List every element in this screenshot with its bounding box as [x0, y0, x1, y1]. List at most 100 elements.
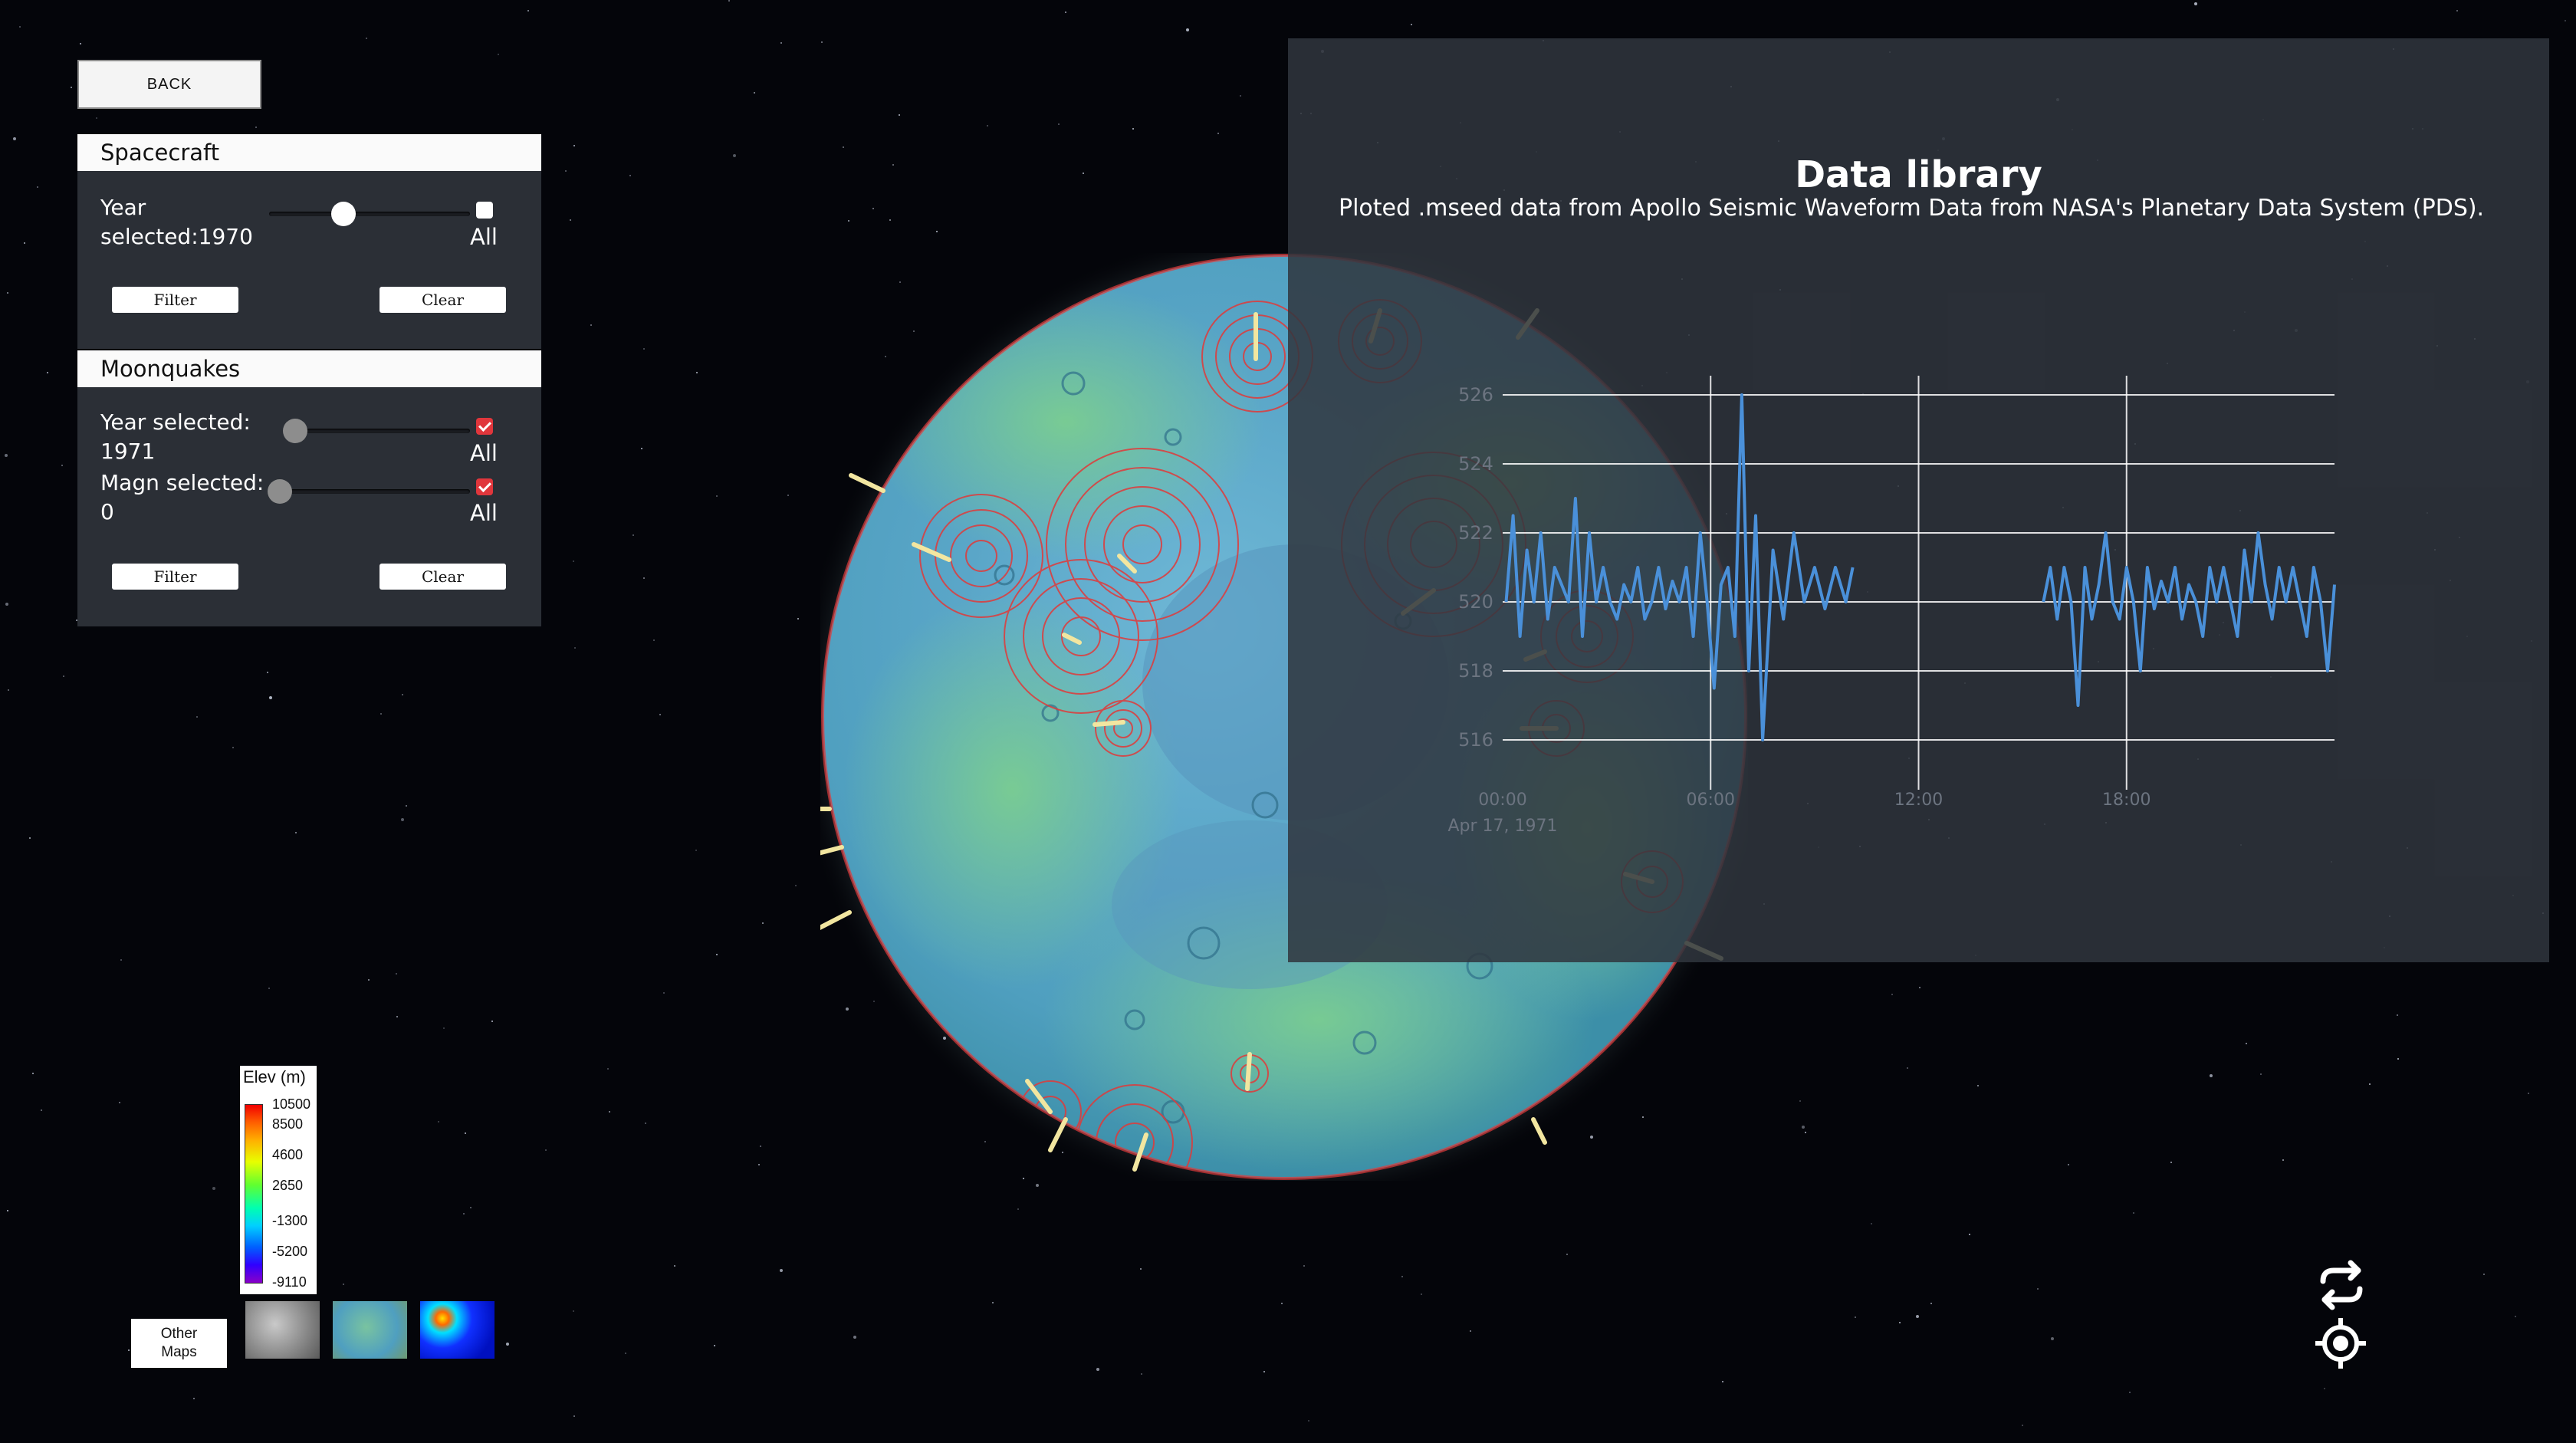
star: [573, 560, 574, 562]
chart-y-tick-label: 516: [1458, 729, 1493, 751]
moonquakes-year-value: 1971: [100, 439, 156, 464]
spacecraft-all-checkbox[interactable]: [476, 202, 493, 219]
star: [2129, 1392, 2131, 1393]
chart-y-tick-label: 522: [1458, 522, 1493, 544]
star: [1907, 1067, 1908, 1069]
star: [2022, 1425, 2023, 1426]
star: [758, 1164, 760, 1165]
star: [41, 1109, 42, 1111]
star: [663, 992, 665, 994]
star: [573, 1310, 574, 1312]
star: [1899, 1322, 1901, 1323]
map-thumbnail-colormap[interactable]: [420, 1301, 495, 1359]
star: [29, 837, 31, 839]
star: [24, 242, 25, 244]
data-library-description: Ploted .mseed data from Apollo Seismic W…: [1339, 195, 2485, 222]
star: [1871, 1223, 1872, 1224]
star: [96, 117, 97, 119]
other-maps-label-line-2: Maps: [161, 1344, 197, 1360]
back-button[interactable]: BACK: [77, 60, 261, 109]
star: [232, 747, 234, 748]
star: [463, 1213, 465, 1215]
map-thumbnail-elevation[interactable]: [333, 1301, 407, 1359]
star: [406, 805, 407, 807]
chart-y-tick-label: 520: [1458, 591, 1493, 613]
star: [2528, 1093, 2529, 1094]
moonquakes-year-all-checkbox[interactable]: [476, 418, 493, 435]
spacecraft-year-slider-handle[interactable]: [330, 202, 356, 226]
star: [590, 324, 592, 326]
spacecraft-clear-button[interactable]: Clear: [380, 287, 506, 313]
star: [2456, 10, 2458, 12]
star: [780, 42, 782, 44]
elevation-legend-tick: -1300: [272, 1213, 308, 1228]
star: [2170, 1162, 2172, 1163]
elevation-legend-tick: -5200: [272, 1244, 308, 1259]
chart-x-date-label: Apr 17, 1971: [1447, 817, 1557, 836]
moonquakes-magn-slider[interactable]: [268, 489, 470, 494]
star: [119, 1102, 120, 1103]
star: [402, 694, 403, 695]
locate-target-icon[interactable]: [2314, 1316, 2367, 1370]
star: [2483, 1274, 2485, 1275]
star: [1065, 12, 1066, 13]
star: [625, 1353, 626, 1354]
star: [295, 832, 297, 833]
chart-x-tick-label: 18:00: [2102, 791, 2150, 810]
star: [1132, 128, 1134, 130]
moonquakes-clear-button[interactable]: Clear: [380, 564, 506, 590]
star: [267, 672, 268, 673]
star: [714, 1345, 715, 1346]
star: [255, 127, 257, 128]
star: [343, 1284, 344, 1285]
star: [1096, 1368, 1099, 1371]
rotate-toggle-icon[interactable]: [2315, 1260, 2367, 1310]
star: [987, 125, 988, 127]
data-library-title: Data library: [1795, 153, 2042, 196]
moonquakes-magn-slider-handle[interactable]: [268, 479, 292, 504]
star: [491, 1021, 493, 1022]
star: [2260, 1073, 2262, 1075]
star: [269, 696, 272, 699]
star: [760, 1146, 761, 1147]
star: [120, 959, 122, 961]
star: [1058, 123, 1060, 125]
spacecraft-filter-button[interactable]: Filter: [112, 287, 238, 313]
star: [1411, 24, 1412, 25]
star: [1891, 994, 1893, 995]
moonquakes-year-slider-handle[interactable]: [283, 419, 307, 443]
elevation-legend-tick: 10500: [272, 1096, 311, 1112]
star: [1036, 1184, 1039, 1187]
star: [2194, 2, 2197, 5]
star: [498, 54, 499, 55]
moonquakes-year-slider[interactable]: [283, 429, 470, 433]
star: [1263, 1371, 1265, 1372]
spacecraft-year-slider[interactable]: [269, 212, 470, 216]
star: [780, 1269, 783, 1272]
star: [629, 175, 631, 176]
moonquakes-magn-all-label: All: [470, 500, 498, 526]
moonquakes-filter-button[interactable]: Filter: [112, 564, 238, 590]
moonquakes-magn-all-checkbox[interactable]: [476, 478, 493, 495]
star: [716, 495, 718, 497]
star: [2210, 1074, 2213, 1077]
star: [2324, 1388, 2325, 1389]
waveform-series-line: [1504, 393, 1855, 741]
star: [2397, 1058, 2399, 1060]
moonquakes-panel: Moonquakes Year selected: 1971 All Magn …: [77, 350, 541, 626]
spacecraft-year-label: Year: [100, 195, 146, 220]
star: [5, 454, 8, 457]
elevation-legend-tick: -9110: [272, 1274, 307, 1290]
star: [2282, 1159, 2284, 1161]
map-thumbnail-grayscale[interactable]: [245, 1301, 320, 1359]
data-library-panel: 526 524 522 520 518 516 00:00 06:00 12:00 18:00 Ap…: [1288, 38, 2549, 962]
star: [545, 1149, 547, 1151]
star: [2397, 1014, 2398, 1016]
star: [872, 208, 874, 209]
star: [632, 534, 634, 536]
other-maps-label: Other Maps: [131, 1319, 227, 1368]
spacecraft-all-label: All: [470, 224, 498, 250]
star: [1722, 1381, 1723, 1382]
star: [438, 1121, 439, 1123]
star: [716, 954, 718, 955]
